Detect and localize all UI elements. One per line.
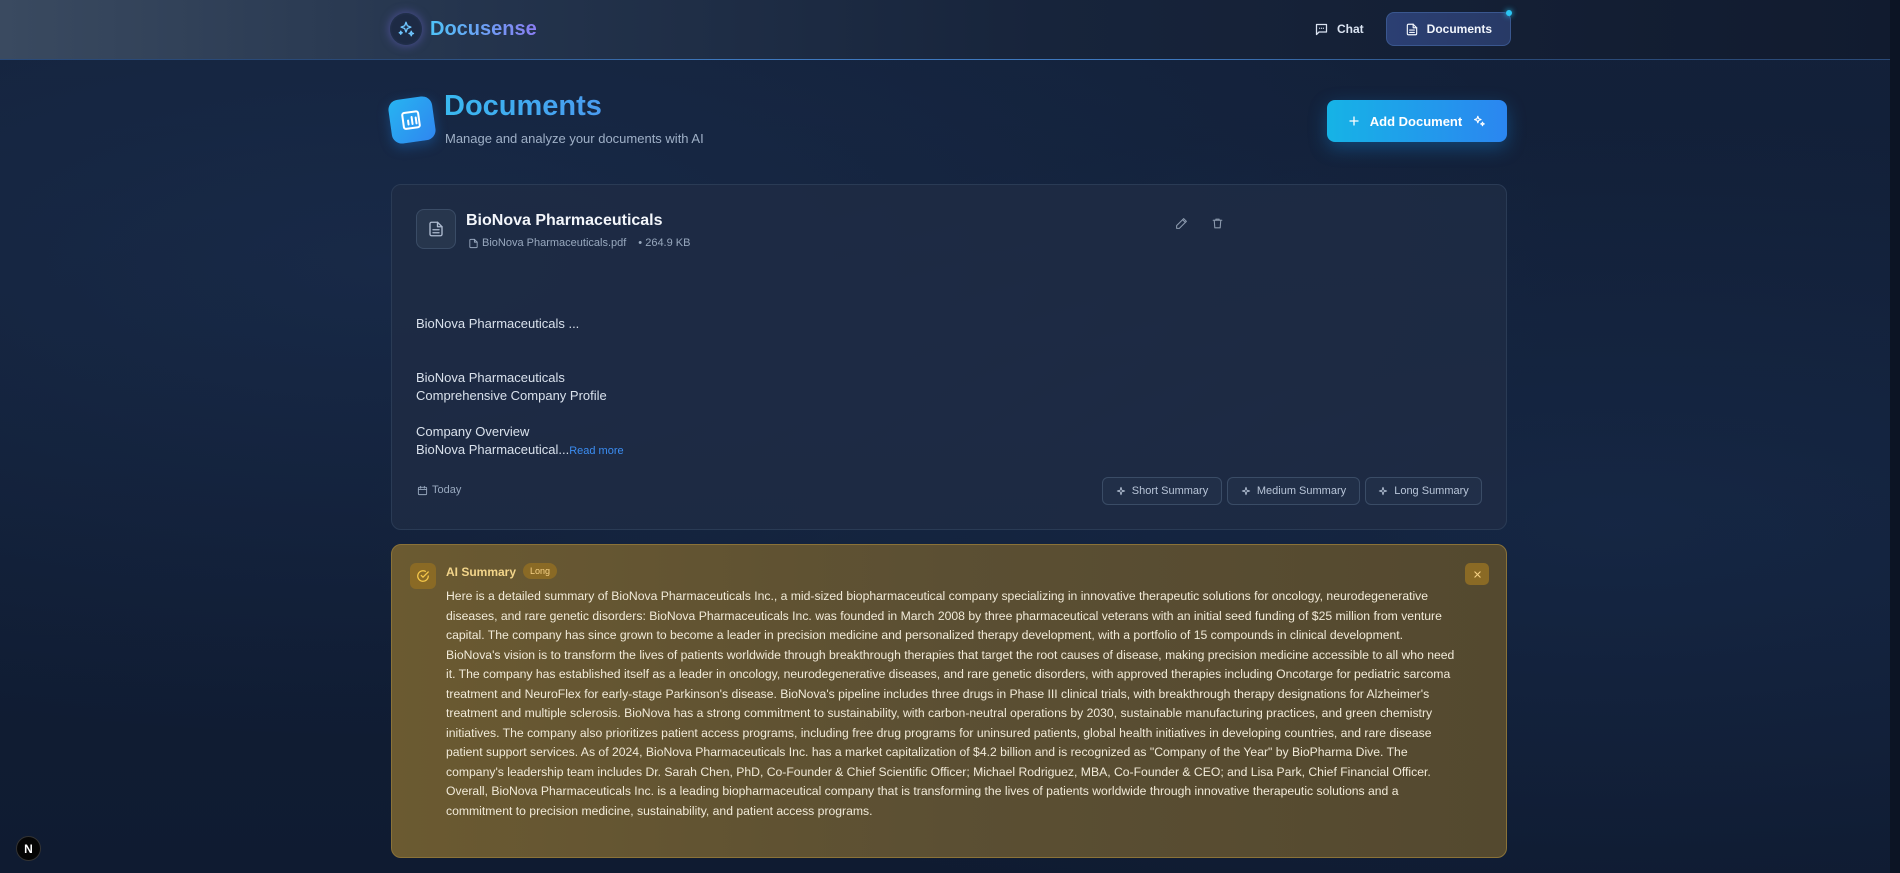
ai-summary-title: AI Summary xyxy=(446,565,517,579)
add-document-label: Add Document xyxy=(1369,113,1463,129)
close-icon xyxy=(1473,570,1481,578)
delete-button[interactable] xyxy=(1209,215,1225,231)
close-summary-button[interactable] xyxy=(1465,563,1489,585)
long-summary-button[interactable]: Long Summary xyxy=(1365,477,1482,505)
sparkles-icon xyxy=(1472,114,1486,128)
trash-icon xyxy=(1212,218,1222,228)
nav-documents-link[interactable]: Documents xyxy=(1385,10,1513,46)
nav-chat-label: Chat xyxy=(1337,22,1364,36)
scrollbar[interactable] xyxy=(1890,0,1900,873)
edit-button[interactable] xyxy=(1173,215,1189,231)
document-title: BioNova Pharmaceuticals xyxy=(466,212,663,229)
document-card[interactable]: BioNova Pharmaceuticals BioNova Pharmace… xyxy=(391,184,1507,530)
preview-line: BioNova Pharmaceutical... xyxy=(416,442,570,457)
medium-summary-label: Medium Summary xyxy=(1256,485,1347,497)
page-subtitle: Manage and analyze your documents with A… xyxy=(445,131,704,146)
read-more-link[interactable]: Read more xyxy=(569,445,623,457)
chat-icon xyxy=(1315,23,1328,35)
app-name: Docusense xyxy=(430,17,537,40)
document-preview: BioNova Pharmaceuticals ... BioNova Phar… xyxy=(416,315,624,460)
small-file-icon xyxy=(469,238,478,248)
preview-line: BioNova Pharmaceuticals ... xyxy=(416,316,580,331)
short-summary-button[interactable]: Short Summary xyxy=(1102,477,1222,505)
app-logo[interactable]: Docusense xyxy=(390,13,537,45)
document-date-label: Today xyxy=(432,484,462,496)
active-indicator-dot xyxy=(1506,10,1513,16)
nav-chat-link[interactable]: Chat xyxy=(1300,12,1378,46)
document-date: Today xyxy=(417,484,461,496)
document-icon xyxy=(1406,23,1417,35)
preview-line: Comprehensive Company Profile xyxy=(416,388,607,403)
ai-summary-text: Here is a detailed summary of BioNova Ph… xyxy=(446,589,1455,818)
ai-summary-panel: AI Summary Long Here is a detailed summa… xyxy=(391,544,1507,858)
sparkle-icon xyxy=(1241,486,1251,496)
sparkle-icon xyxy=(1379,486,1388,496)
plus-icon xyxy=(1348,115,1360,127)
main-nav: Chat Documents xyxy=(1300,10,1513,46)
check-circle-icon xyxy=(410,563,436,589)
next-dev-indicator[interactable]: N xyxy=(16,836,41,861)
sparkle-icon xyxy=(1116,486,1125,496)
header-glow-line xyxy=(390,59,1510,60)
preview-line: Company Overview xyxy=(416,424,530,439)
short-summary-label: Short Summary xyxy=(1131,485,1209,497)
summary-length-badge: Long xyxy=(523,563,558,579)
long-summary-label: Long Summary xyxy=(1394,485,1469,497)
sparkles-logo-icon xyxy=(390,13,422,45)
file-icon xyxy=(416,209,456,249)
document-size: • 264.9 KB xyxy=(638,237,691,249)
preview-line: BioNova Pharmaceuticals xyxy=(416,370,565,385)
medium-summary-button[interactable]: Medium Summary xyxy=(1227,477,1360,505)
document-filename: BioNova Pharmaceuticals.pdf xyxy=(482,237,627,249)
documents-page-icon xyxy=(387,95,437,145)
document-meta: BioNova Pharmaceuticals.pdf • 264.9 KB xyxy=(468,237,690,249)
pencil-icon xyxy=(1175,217,1187,229)
nav-documents-label: Documents xyxy=(1426,22,1493,36)
add-document-button[interactable]: Add Document xyxy=(1327,100,1507,142)
top-header: Docusense Chat Documents xyxy=(0,0,1890,60)
calendar-icon xyxy=(417,485,428,495)
page-title: Documents xyxy=(444,90,602,122)
